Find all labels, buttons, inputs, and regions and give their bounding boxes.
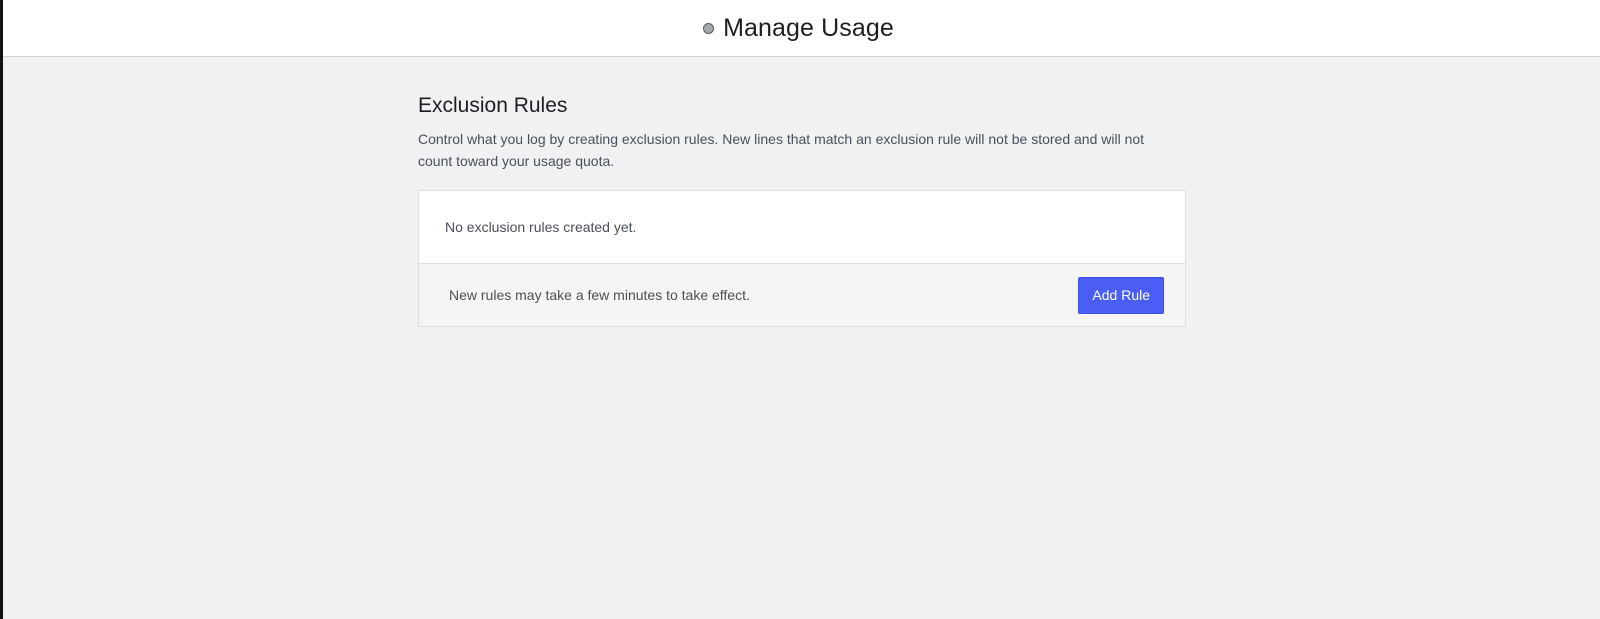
exclusion-rules-section: Exclusion Rules Control what you log by … — [418, 92, 1186, 327]
empty-state-message: No exclusion rules created yet. — [445, 219, 637, 235]
page-title: Manage Usage — [723, 13, 894, 42]
add-rule-button[interactable]: Add Rule — [1078, 276, 1164, 314]
footer-note: New rules may take a few minutes to take… — [449, 287, 750, 303]
window-left-edge — [0, 0, 3, 619]
section-title: Exclusion Rules — [418, 94, 568, 117]
panel-footer: New rules may take a few minutes to take… — [419, 264, 1185, 326]
page-header: Manage Usage — [3, 0, 1600, 57]
header-title-group: Manage Usage — [703, 14, 894, 43]
status-dot-icon — [703, 22, 715, 34]
section-description: Control what you log by creating exclusi… — [418, 131, 1145, 169]
exclusion-rules-panel: No exclusion rules created yet. New rule… — [418, 190, 1186, 327]
rules-list: No exclusion rules created yet. — [419, 191, 1185, 264]
